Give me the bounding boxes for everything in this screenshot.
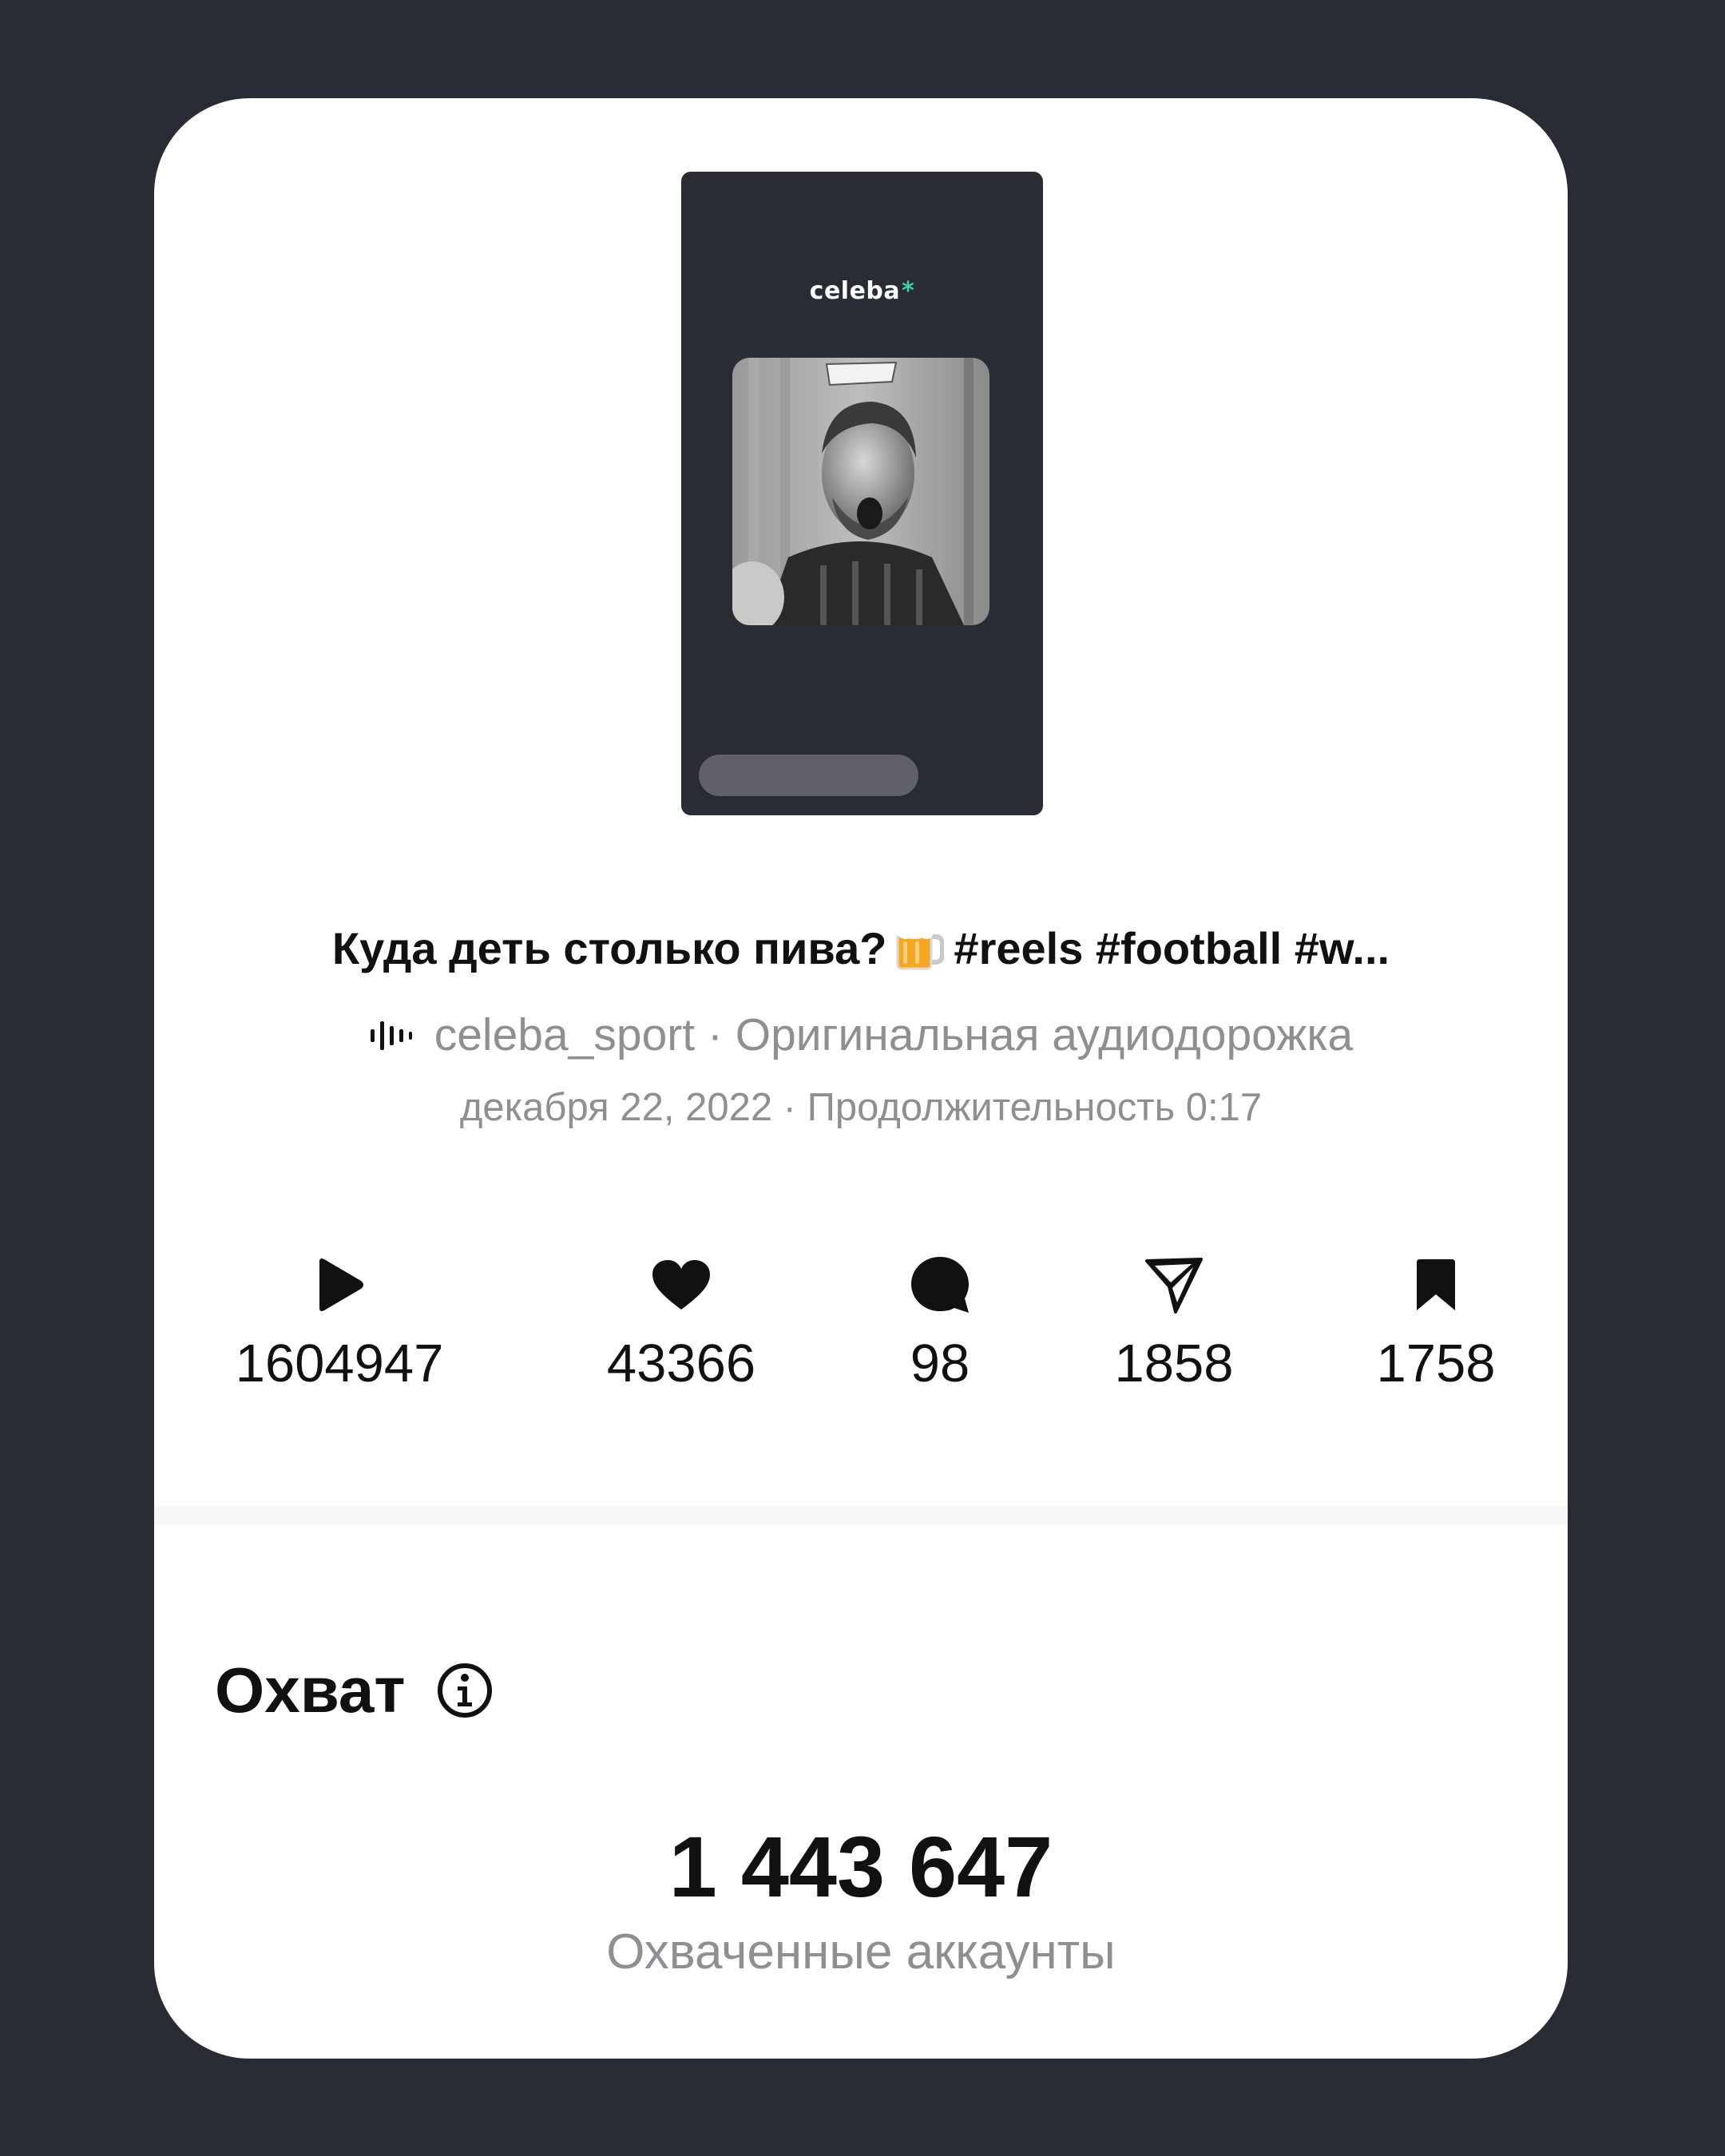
stat-saves: 1758 (1276, 1253, 1568, 1394)
audio-track-link[interactable]: celeba_sport · Оригинальная аудиодорожка (154, 1009, 1568, 1064)
thumbnail-photo (732, 358, 989, 625)
stat-saves-value: 1758 (1376, 1334, 1496, 1393)
reach-label: Охваченные аккаунты (606, 1924, 1116, 1980)
audio-wave-icon (369, 1012, 414, 1064)
bookmark-icon (1276, 1253, 1568, 1317)
section-divider (154, 1506, 1568, 1525)
beer-mug-icon (893, 919, 946, 982)
stat-plays-value: 1604947 (235, 1334, 444, 1393)
thumbnail-caption-bar (699, 755, 918, 796)
post-insights-card: celeba* Куда деть столько пива? #reels #… (154, 98, 1568, 2059)
post-caption: Куда деть столько пива? #reels #football… (154, 919, 1568, 982)
audio-track-text: celeba_sport · Оригинальная аудиодорожка (434, 1009, 1354, 1060)
play-icon (180, 1253, 499, 1317)
post-date-duration: декабря 22, 2022 · Продолжительность 0:1… (459, 1086, 1263, 1129)
reach-title-text: Охват (215, 1655, 406, 1726)
reach-value: 1 443 647 (668, 1818, 1053, 1915)
brand-logo: celeba* (809, 277, 915, 305)
stat-plays: 1604947 (180, 1253, 499, 1394)
info-icon[interactable] (436, 1662, 494, 1719)
reach-section-title: Охват (215, 1654, 494, 1727)
reel-thumbnail[interactable]: celeba* (681, 172, 1043, 815)
